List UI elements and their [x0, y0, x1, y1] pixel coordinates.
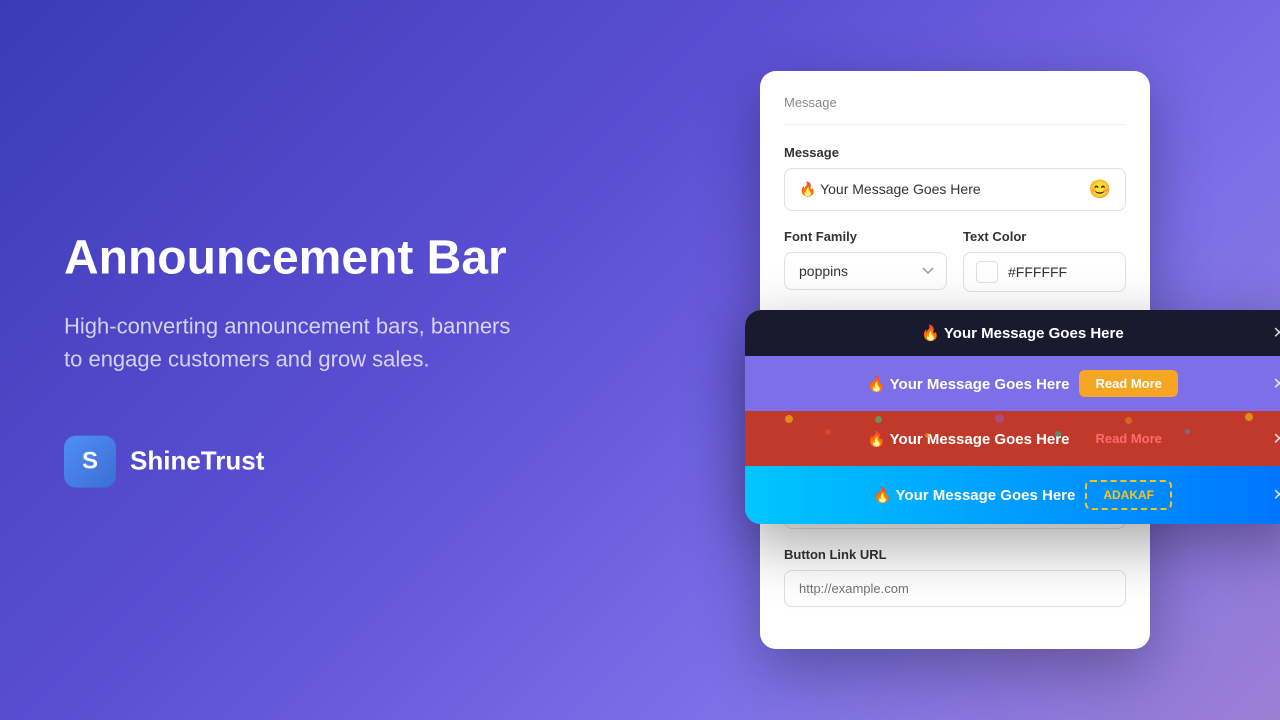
- confetti-dot: [785, 415, 793, 423]
- preview-bar-dark: 🔥 Your Message Goes Here ✕: [745, 310, 1280, 356]
- bar1-text: 🔥 Your Message Goes Here: [921, 324, 1123, 342]
- color-value: #FFFFFF: [1008, 264, 1067, 280]
- confetti-dot: [875, 416, 882, 423]
- confetti-dot: [1185, 429, 1190, 434]
- font-family-label: Font Family: [784, 229, 947, 244]
- confetti-dot: [1125, 417, 1132, 424]
- preview-bar-purple: 🔥 Your Message Goes Here Read More ✕: [745, 356, 1280, 411]
- bar4-close-icon[interactable]: ✕: [1273, 485, 1280, 505]
- font-color-row: Font Family poppins Text Color #FFFFFF: [784, 229, 1126, 292]
- button-link-input[interactable]: [784, 570, 1126, 607]
- bar4-cta-button[interactable]: ADAKAF: [1085, 480, 1172, 510]
- message-section: Message 🔥 Your Message Goes Here 😊: [784, 145, 1126, 211]
- brand-logo-letter: S: [82, 447, 98, 475]
- message-label: Message: [784, 145, 1126, 160]
- emoji-button[interactable]: 😊: [1089, 179, 1111, 200]
- confetti-dot: [995, 414, 1004, 423]
- message-input-text: 🔥 Your Message Goes Here: [799, 181, 981, 198]
- color-swatch: [976, 261, 998, 283]
- bar4-text: 🔥 Your Message Goes Here: [873, 486, 1075, 504]
- confetti-dot: [1245, 413, 1253, 421]
- text-color-label: Text Color: [963, 229, 1126, 244]
- bar2-text: 🔥 Your Message Goes Here: [867, 375, 1069, 393]
- brand-logo: S: [64, 435, 116, 487]
- button-link-label: Button Link URL: [784, 547, 1126, 562]
- preview-popup: 🔥 Your Message Goes Here ✕ 🔥 Your Messag…: [745, 310, 1280, 524]
- bar3-close-icon[interactable]: ✕: [1273, 429, 1280, 449]
- text-color-input[interactable]: #FFFFFF: [963, 252, 1126, 292]
- preview-bar-red: 🔥 Your Message Goes Here Read More ✕: [745, 411, 1280, 466]
- text-color-section: Text Color #FFFFFF: [963, 229, 1126, 292]
- confetti-dot: [1055, 431, 1061, 437]
- brand: S ShineTrust: [64, 435, 524, 487]
- font-family-section: Font Family poppins: [784, 229, 947, 292]
- page-subtitle: High-converting announcement bars, banne…: [64, 309, 524, 375]
- font-family-select[interactable]: poppins: [784, 252, 947, 290]
- bar3-text: 🔥 Your Message Goes Here: [867, 430, 1069, 448]
- confetti-dot: [925, 433, 930, 438]
- bar3-cta-button[interactable]: Read More: [1079, 425, 1177, 452]
- panel-header: Message: [784, 95, 1126, 125]
- bar2-close-icon[interactable]: ✕: [1273, 374, 1280, 394]
- preview-bar-cyan: 🔥 Your Message Goes Here ADAKAF ✕: [745, 466, 1280, 524]
- brand-name: ShineTrust: [130, 446, 264, 477]
- confetti-dot: [825, 429, 831, 435]
- page-title: Announcement Bar: [64, 233, 524, 286]
- left-panel: Announcement Bar High-converting announc…: [64, 233, 524, 488]
- bar1-close-icon[interactable]: ✕: [1273, 323, 1280, 343]
- message-input-wrap[interactable]: 🔥 Your Message Goes Here 😊: [784, 168, 1126, 211]
- bar2-cta-button[interactable]: Read More: [1079, 370, 1177, 397]
- button-link-section: Button Link URL: [784, 547, 1126, 607]
